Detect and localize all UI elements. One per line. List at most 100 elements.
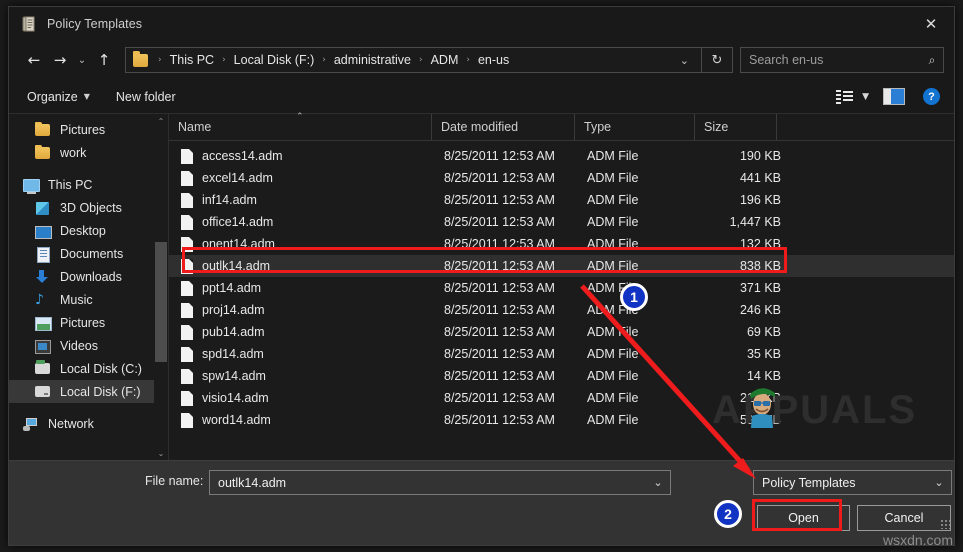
organize-label: Organize bbox=[27, 89, 78, 104]
table-row[interactable]: outlk14.adm 8/25/2011 12:53 AM ADM File 838… bbox=[169, 255, 954, 277]
table-row[interactable]: proj14.adm 8/25/2011 12:53 AM ADM File 246 … bbox=[169, 299, 954, 321]
search-input[interactable]: Search en-us ⌕ bbox=[740, 47, 944, 73]
column-header-size[interactable]: Size bbox=[695, 114, 777, 140]
refresh-icon[interactable]: ↻ bbox=[702, 53, 732, 68]
sidebar-item-local-disk-c[interactable]: Local Disk (C:) bbox=[9, 357, 168, 380]
sidebar-item-documents[interactable]: Documents bbox=[9, 242, 168, 265]
column-header-type[interactable]: Type bbox=[575, 114, 695, 140]
sidebar-item-this-pc[interactable]: This PC bbox=[9, 173, 168, 196]
organize-button[interactable]: Organize ▼ bbox=[27, 90, 90, 104]
file-size-cell: 246 KB bbox=[739, 303, 781, 317]
sidebar-item-music[interactable]: ♪ Music bbox=[9, 288, 168, 311]
table-row[interactable]: spd14.adm 8/25/2011 12:53 AM ADM File 35 KB bbox=[169, 343, 954, 365]
table-row[interactable]: pub14.adm 8/25/2011 12:53 AM ADM File 69 KB bbox=[169, 321, 954, 343]
breadcrumb-separator-1: › bbox=[222, 55, 226, 65]
file-name-cell: proj14.adm bbox=[202, 303, 265, 317]
file-name-cell: word14.adm bbox=[202, 413, 271, 427]
folder-icon bbox=[35, 122, 51, 138]
resize-grip[interactable] bbox=[940, 519, 950, 529]
scrollbar-thumb[interactable] bbox=[155, 242, 167, 362]
date-modified-cell: 8/25/2011 12:53 AM bbox=[444, 171, 555, 185]
file-name-input[interactable]: outlk14.adm ⌄ bbox=[209, 470, 671, 495]
sidebar-item-3d-objects[interactable]: 3D Objects bbox=[9, 196, 168, 219]
forward-icon[interactable]: → bbox=[47, 47, 73, 73]
adm-file-icon bbox=[181, 170, 193, 186]
chevron-down-icon[interactable]: ▼ bbox=[862, 92, 869, 102]
file-name-cell: office14.adm bbox=[202, 215, 274, 229]
site-watermark: wsxdn.com bbox=[882, 532, 953, 548]
breadcrumb[interactable]: › This PC › Local Disk (F:) › administra… bbox=[125, 47, 733, 73]
help-icon[interactable]: ? bbox=[923, 88, 940, 105]
column-header-name[interactable]: Name ⌃ bbox=[169, 112, 432, 140]
breadcrumb-item-local-disk-f[interactable]: Local Disk (F:) bbox=[232, 53, 317, 67]
up-icon[interactable]: ↑ bbox=[91, 47, 117, 73]
back-icon[interactable]: ← bbox=[21, 47, 47, 73]
breadcrumb-item-adm[interactable]: ADM bbox=[429, 53, 461, 67]
local-disk-c-icon bbox=[35, 359, 51, 377]
breadcrumb-item-administrative[interactable]: administrative bbox=[332, 53, 413, 67]
local-disk-f-icon bbox=[35, 384, 51, 400]
column-header-date-modified[interactable]: Date modified bbox=[432, 114, 575, 140]
open-button[interactable]: Open bbox=[757, 505, 850, 531]
date-modified-cell: 8/25/2011 12:53 AM bbox=[444, 215, 555, 229]
adm-file-icon bbox=[181, 368, 193, 384]
close-icon[interactable]: ✕ bbox=[908, 7, 954, 40]
folder-icon bbox=[133, 50, 148, 67]
navigation-pane: Pictures work This PC 3D Objects Desktop Docu… bbox=[9, 114, 169, 460]
file-type-cell: ADM File bbox=[587, 149, 639, 163]
new-folder-button[interactable]: New folder bbox=[116, 90, 176, 104]
sort-ascending-icon: ⌃ bbox=[296, 112, 304, 122]
search-icon[interactable]: ⌕ bbox=[921, 53, 943, 68]
sidebar-scrollbar[interactable]: ⌃ ⌄ bbox=[154, 114, 168, 460]
sidebar-item-label: Desktop bbox=[60, 223, 106, 238]
table-row[interactable]: onent14.adm 8/25/2011 12:53 AM ADM File 132… bbox=[169, 233, 954, 255]
sidebar-item-pictures[interactable]: Pictures bbox=[9, 311, 168, 334]
sidebar-item-label: Documents bbox=[60, 246, 124, 261]
cancel-button[interactable]: Cancel bbox=[857, 505, 951, 531]
file-name-cell: visio14.adm bbox=[202, 391, 269, 405]
sidebar-item-local-disk-f[interactable]: Local Disk (F:) bbox=[9, 380, 168, 403]
file-open-dialog: Policy Templates ✕ ← → ⌄ ↑ › This PC › L… bbox=[8, 6, 955, 546]
column-header-row: Name ⌃ Date modified Type Size bbox=[169, 112, 954, 141]
table-row[interactable]: inf14.adm 8/25/2011 12:53 AM ADM File 196 K… bbox=[169, 189, 954, 211]
breadcrumb-item-this-pc[interactable]: This PC bbox=[168, 53, 216, 67]
file-type-filter-select[interactable]: Policy Templates ⌄ bbox=[753, 470, 952, 495]
date-modified-cell: 8/25/2011 12:53 AM bbox=[444, 281, 555, 295]
network-icon bbox=[23, 416, 39, 432]
date-modified-cell: 8/25/2011 12:53 AM bbox=[444, 303, 555, 317]
chevron-down-icon[interactable]: ⌄ bbox=[676, 54, 701, 67]
chevron-down-icon[interactable]: ⌄ bbox=[646, 476, 670, 489]
screenshot-root: Policy Templates ✕ ← → ⌄ ↑ › This PC › L… bbox=[0, 0, 963, 552]
videos-icon bbox=[35, 338, 51, 354]
breadcrumb-separator-3: › bbox=[418, 55, 423, 65]
table-row[interactable]: access14.adm 8/25/2011 12:53 AM ADM File 19… bbox=[169, 145, 954, 167]
table-row[interactable]: ppt14.adm 8/25/2011 12:53 AM ADM File 371 K… bbox=[169, 277, 954, 299]
sidebar-item-videos[interactable]: Videos bbox=[9, 334, 168, 357]
sidebar-item-downloads[interactable]: Downloads bbox=[9, 265, 168, 288]
table-row[interactable]: office14.adm 8/25/2011 12:53 AM ADM File 1,… bbox=[169, 211, 954, 233]
sidebar-item-work[interactable]: work bbox=[9, 141, 168, 164]
sidebar-item-label: Network bbox=[48, 416, 94, 431]
documents-icon bbox=[35, 246, 51, 263]
recent-locations-icon[interactable]: ⌄ bbox=[73, 47, 91, 73]
column-header-size-label: Size bbox=[704, 120, 729, 134]
table-row[interactable]: spw14.adm 8/25/2011 12:53 AM ADM File 14 KB bbox=[169, 365, 954, 387]
view-options-icon[interactable] bbox=[836, 89, 854, 104]
file-name-value: outlk14.adm bbox=[218, 475, 287, 490]
address-bar: ← → ⌄ ↑ › This PC › Local Disk (F:) › ad… bbox=[9, 40, 954, 80]
scroll-up-icon[interactable]: ⌃ bbox=[154, 114, 168, 128]
this-pc-icon bbox=[23, 177, 40, 194]
sidebar-item-pictures[interactable]: Pictures bbox=[9, 118, 168, 141]
scroll-down-icon[interactable]: ⌄ bbox=[154, 446, 168, 460]
sidebar-item-network[interactable]: Network bbox=[9, 412, 168, 435]
file-type-cell: ADM File bbox=[587, 347, 639, 361]
table-row[interactable]: excel14.adm 8/25/2011 12:53 AM ADM File 441… bbox=[169, 167, 954, 189]
sidebar-item-desktop[interactable]: Desktop bbox=[9, 219, 168, 242]
file-name-cell: spw14.adm bbox=[202, 369, 266, 383]
file-size-cell: 196 KB bbox=[739, 193, 781, 207]
sidebar-item-label: Local Disk (F:) bbox=[60, 384, 141, 399]
preview-pane-icon[interactable] bbox=[883, 88, 905, 105]
breadcrumb-item-en-us[interactable]: en-us bbox=[476, 53, 511, 67]
file-type-cell: ADM File bbox=[587, 193, 639, 207]
chevron-down-icon[interactable]: ⌄ bbox=[927, 476, 951, 489]
